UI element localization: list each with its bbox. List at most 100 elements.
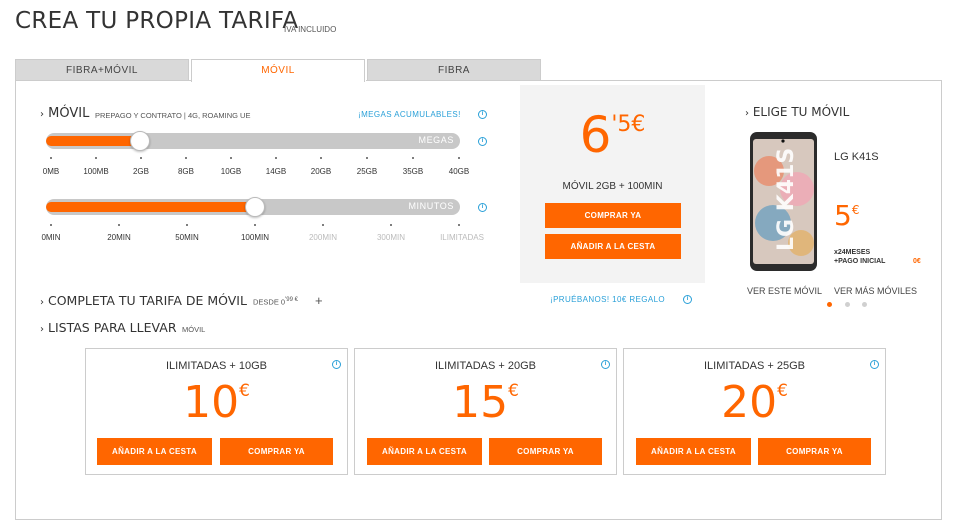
movil-description: PREPAGO Y CONTRATO | 4G, ROAMING UE [95, 111, 251, 120]
slider-tick [230, 157, 232, 159]
plan-card: ILIMITADAS + 20GB i 15€ AÑADIR A LA CEST… [354, 348, 617, 475]
megas-tick-label[interactable]: 25GB [342, 167, 392, 176]
slider-tick [50, 224, 52, 226]
tab-fibra[interactable]: FIBRA [367, 59, 541, 81]
buy-now-button[interactable]: COMPRAR YA [758, 438, 871, 465]
carousel-dot[interactable] [862, 302, 867, 307]
page-subtitle: IVA INCLUIDO [284, 25, 337, 34]
phone-initial-value: 0€ [913, 258, 921, 265]
megas-tick-label[interactable]: 100MB [71, 167, 121, 176]
slider-tick [185, 157, 187, 159]
add-to-cart-button[interactable]: AÑADIR A LA CESTA [636, 438, 751, 465]
panel-divider [15, 80, 191, 81]
tariff-description: MÓVIL 2GB + 100MIN [562, 181, 663, 192]
plan-card: ILIMITADAS + 25GB i 20€ AÑADIR A LA CEST… [623, 348, 886, 475]
slider-tick [140, 157, 142, 159]
minutos-tick-label[interactable]: 20MIN [94, 233, 144, 242]
plan-price: 20€ [721, 377, 788, 428]
plan-card: ILIMITADAS + 10GB i 10€ AÑADIR A LA CEST… [85, 348, 348, 475]
chevron-right-icon: › [40, 297, 44, 308]
choose-phone-heading: › ELIGE TU MÓVIL [745, 105, 850, 119]
add-to-cart-button[interactable]: AÑADIR A LA CESTA [97, 438, 212, 465]
buy-now-button[interactable]: COMPRAR YA [545, 203, 681, 228]
ready-plans-heading: › LISTAS PARA LLEVAR [40, 320, 177, 335]
megas-slider-fill [46, 136, 141, 146]
carousel-dot-active[interactable] [827, 302, 832, 307]
promo-link[interactable]: ¡PRUÉBANOS! 10€ REGALO [550, 295, 665, 304]
carousel-dot[interactable] [845, 302, 850, 307]
panel-divider [366, 80, 942, 81]
info-icon[interactable]: i [601, 360, 610, 369]
slider-tick [95, 157, 97, 159]
minutos-tick-label: 300MIN [376, 233, 405, 242]
plan-price: 15€ [452, 377, 519, 428]
info-icon[interactable]: i [332, 360, 341, 369]
megas-slider-label: MEGAS [418, 135, 454, 145]
complete-from-price: DESDE 0'99 € [253, 297, 298, 307]
megas-tick-label[interactable]: 20GB [296, 167, 346, 176]
minutos-tick-label: 200MIN [308, 233, 337, 242]
ready-plans-sub: MÓVIL [182, 325, 206, 334]
plan-price: 10€ [183, 377, 250, 428]
slider-tick [118, 224, 120, 226]
chevron-right-icon: › [745, 108, 749, 119]
phone-image[interactable]: LG K41S [749, 131, 818, 272]
minutos-tick-label[interactable]: 0MIN [26, 233, 76, 242]
tariff-price: 6'5€ [579, 106, 646, 164]
megas-tick-label[interactable]: 2GB [116, 167, 166, 176]
complete-tariff-heading: › COMPLETA TU TARIFA DE MÓVIL [40, 293, 247, 308]
page-title: CREA TU PROPIA TARIFA [15, 8, 299, 34]
add-to-cart-button[interactable]: AÑADIR A LA CESTA [367, 438, 482, 465]
minutos-slider-fill [46, 202, 256, 212]
slider-tick [254, 224, 256, 226]
megas-acumulables-link[interactable]: ¡MEGAS ACUMULABLES! [358, 110, 461, 119]
slider-tick [320, 157, 322, 159]
megas-tick-label[interactable]: 8GB [161, 167, 211, 176]
minutos-tick-label: ILIMITADAS [440, 233, 484, 242]
minutos-slider-label: MINUTOS [408, 201, 454, 211]
slider-tick [322, 224, 324, 226]
plan-title: ILIMITADAS + 25GB [704, 360, 805, 372]
phone-screen-text: LG K41S [774, 148, 799, 251]
slider-tick [50, 157, 52, 159]
chevron-right-icon: › [40, 109, 44, 120]
plan-title: ILIMITADAS + 20GB [435, 360, 536, 372]
minutos-tick-label[interactable]: 50MIN [162, 233, 212, 242]
slider-tick [366, 157, 368, 159]
buy-now-button[interactable]: COMPRAR YA [220, 438, 333, 465]
info-icon[interactable]: i [478, 110, 487, 119]
megas-tick-label[interactable]: 35GB [388, 167, 438, 176]
megas-slider[interactable]: MEGAS [46, 133, 460, 149]
slider-tick [458, 224, 460, 226]
slider-tick [275, 157, 277, 159]
chevron-right-icon: › [40, 324, 44, 335]
tab-fibra-movil[interactable]: FIBRA+MÓVIL [15, 59, 189, 81]
buy-now-button[interactable]: COMPRAR YA [489, 438, 602, 465]
phone-price: 5€ [834, 199, 860, 232]
tab-movil[interactable]: MÓVIL [191, 59, 365, 82]
minutos-tick-label[interactable]: 100MIN [230, 233, 280, 242]
phone-initial-payment: +PAGO INICIAL [834, 258, 886, 265]
megas-tick-label[interactable]: 0MB [26, 167, 76, 176]
slider-tick [458, 157, 460, 159]
megas-slider-handle[interactable] [130, 131, 150, 151]
megas-tick-label[interactable]: 10GB [206, 167, 256, 176]
megas-tick-label[interactable]: 40GB [434, 167, 484, 176]
add-to-cart-button[interactable]: AÑADIR A LA CESTA [545, 234, 681, 259]
view-phone-link[interactable]: VER ESTE MÓVIL [747, 286, 822, 296]
minutos-slider-handle[interactable] [245, 197, 265, 217]
more-phones-link[interactable]: VER MÁS MÓVILES [834, 286, 917, 296]
slider-tick [186, 224, 188, 226]
info-icon[interactable]: i [478, 137, 487, 146]
phone-name: LG K41S [834, 151, 879, 163]
info-icon[interactable]: i [683, 295, 692, 304]
movil-heading: › MÓVIL [40, 106, 90, 121]
slider-tick [390, 224, 392, 226]
megas-tick-label[interactable]: 14GB [251, 167, 301, 176]
info-icon[interactable]: i [870, 360, 879, 369]
expand-plus-icon[interactable]: + [315, 293, 323, 308]
slider-tick [412, 157, 414, 159]
phone-months: x24MESES [834, 249, 871, 256]
info-icon[interactable]: i [478, 203, 487, 212]
plan-title: ILIMITADAS + 10GB [166, 360, 267, 372]
